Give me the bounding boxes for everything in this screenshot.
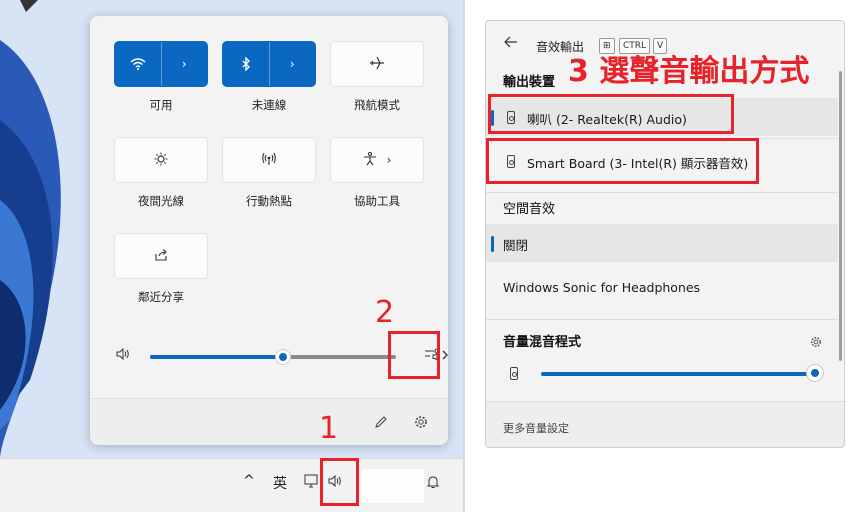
annotation-box-3a xyxy=(488,94,734,134)
bluetooth-expand-chevron-icon[interactable]: › xyxy=(268,42,316,86)
divider xyxy=(486,192,838,193)
clock-redacted[interactable] xyxy=(362,469,424,503)
accessibility-icon xyxy=(363,151,377,169)
spatial-option-off[interactable]: 關閉 xyxy=(486,224,838,262)
show-hidden-icons-chevron[interactable]: ^ xyxy=(243,473,255,489)
spatial-audio-heading: 空間音效 xyxy=(503,202,556,217)
wifi-label: 可用 xyxy=(149,98,173,112)
night-light-label: 夜間光線 xyxy=(138,194,184,208)
more-volume-settings-link[interactable]: 更多音量設定 xyxy=(503,420,569,436)
wifi-tile[interactable]: › xyxy=(114,41,208,87)
hotspot-label: 行動熱點 xyxy=(246,194,292,208)
volume-slider[interactable] xyxy=(150,350,396,364)
hotspot-icon xyxy=(261,152,277,169)
accessibility-tile[interactable]: › xyxy=(330,137,424,183)
v-key-badge: V xyxy=(653,38,668,54)
volume-mixer-heading: 音量混音程式 xyxy=(503,335,582,350)
mixer-volume-thumb[interactable] xyxy=(807,365,823,381)
selected-indicator xyxy=(491,236,494,252)
hotspot-tile[interactable] xyxy=(222,137,316,183)
spatial-option-label: 關閉 xyxy=(503,238,529,253)
annotation-box-2 xyxy=(388,331,440,379)
quick-settings-footer xyxy=(90,398,448,445)
bluetooth-icon[interactable] xyxy=(223,42,269,86)
ctrl-key-badge: CTRL xyxy=(619,38,651,54)
accessibility-chevron-icon: › xyxy=(386,153,392,167)
nearby-share-tile[interactable] xyxy=(114,233,208,279)
volume-slider-fill xyxy=(150,355,283,359)
airplane-label: 飛航模式 xyxy=(354,98,400,112)
desktop-screenshot: › 可用 › 未連線 飛航模式 夜間光線 行動熱點 › 協助工具 鄰近分享 ^ … xyxy=(0,0,463,512)
bluetooth-tile[interactable]: › xyxy=(222,41,316,87)
night-light-icon xyxy=(154,152,168,169)
notification-bell-icon[interactable] xyxy=(426,475,440,493)
ime-indicator[interactable]: 英 xyxy=(273,473,287,493)
wifi-icon[interactable] xyxy=(115,42,161,86)
speaker-icon[interactable] xyxy=(116,347,130,363)
nearby-share-label: 鄰近分享 xyxy=(138,290,184,304)
output-devices-heading: 輸出裝置 xyxy=(503,75,556,90)
annotation-box-1 xyxy=(320,458,359,506)
quick-settings-panel: › 可用 › 未連線 飛航模式 夜間光線 行動熱點 › 協助工具 鄰近分享 xyxy=(90,16,448,445)
night-light-tile[interactable] xyxy=(114,137,208,183)
share-icon xyxy=(154,248,168,265)
annotation-step-2: 2 xyxy=(375,295,395,330)
annotation-step-1: 1 xyxy=(319,411,339,446)
spatial-option-windows-sonic[interactable]: Windows Sonic for Headphones xyxy=(486,269,838,307)
mixer-speaker-icon xyxy=(510,367,518,380)
annotation-step-3: 3 選聲音輸出方式 xyxy=(568,54,810,89)
back-arrow-icon[interactable] xyxy=(504,36,518,52)
settings-gear-icon[interactable] xyxy=(410,411,432,433)
volume-slider-thumb[interactable] xyxy=(275,350,290,364)
bluetooth-label: 未連線 xyxy=(251,98,287,112)
divider xyxy=(486,319,838,320)
screenshot-divider xyxy=(463,0,465,512)
mixer-volume-slider[interactable] xyxy=(541,372,815,376)
annotation-box-3b xyxy=(486,138,759,184)
taskbar: ^ 英 xyxy=(0,458,463,512)
scrollbar[interactable] xyxy=(839,71,842,361)
windows-key-badge: ⊞ xyxy=(599,38,615,54)
airplane-tile[interactable] xyxy=(330,41,424,87)
spatial-option-label: Windows Sonic for Headphones xyxy=(503,280,701,295)
sound-panel-title: 音效輸出 xyxy=(536,40,585,54)
accessibility-label: 協助工具 xyxy=(354,194,400,208)
wifi-expand-chevron-icon[interactable]: › xyxy=(160,42,208,86)
airplane-icon xyxy=(369,56,385,73)
edit-pencil-icon[interactable] xyxy=(370,411,392,433)
sound-panel-footer: 更多音量設定 xyxy=(486,401,844,447)
network-monitor-icon[interactable] xyxy=(304,474,320,492)
mixer-settings-gear-icon[interactable] xyxy=(810,333,822,352)
